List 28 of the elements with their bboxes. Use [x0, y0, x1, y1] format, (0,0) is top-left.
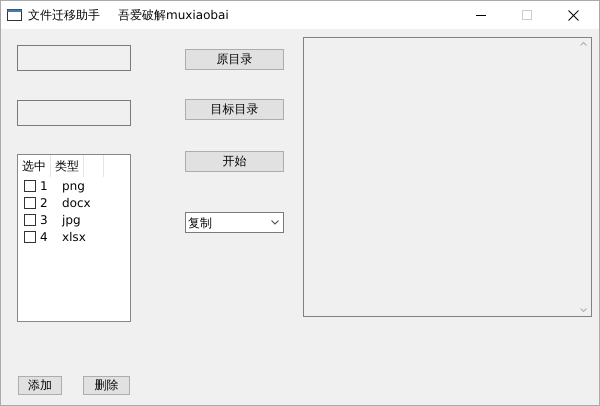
window-subtitle: 吾爱破解muxiaobai	[118, 7, 229, 24]
file-type-cell-text: docx	[62, 194, 91, 212]
action-button[interactable]: 开始	[185, 151, 284, 172]
close-icon[interactable]	[568, 10, 578, 20]
window-icon	[7, 9, 22, 21]
action-button[interactable]: 原目录	[185, 49, 284, 70]
text-field[interactable]	[17, 45, 131, 71]
row-number: 4	[40, 228, 49, 246]
mode-dropdown[interactable]: 复制	[185, 212, 284, 233]
column-header[interactable]: 类型	[51, 155, 84, 177]
action-button[interactable]: 目标目录	[185, 99, 284, 120]
row-number: 3	[40, 212, 49, 228]
minimize-icon[interactable]	[476, 14, 486, 16]
checkbox[interactable]	[24, 196, 36, 208]
file-type-cell-text: jpg	[62, 212, 81, 228]
checkbox[interactable]	[24, 180, 36, 192]
file-type-cell-text: xlsx	[62, 228, 86, 246]
text-field[interactable]	[17, 100, 131, 126]
column-header[interactable]: 选中	[18, 155, 51, 177]
action-button[interactable]: 添加	[18, 376, 62, 395]
file-type-cell-text: png	[62, 178, 85, 194]
row-number: 1	[40, 178, 49, 194]
caret-icon	[271, 220, 279, 225]
action-button[interactable]: 删除	[83, 376, 130, 395]
checkbox[interactable]	[24, 214, 36, 226]
row-number: 2	[40, 194, 49, 212]
window-title: 文件迁移助手	[28, 7, 100, 24]
checkbox[interactable]	[24, 230, 36, 242]
